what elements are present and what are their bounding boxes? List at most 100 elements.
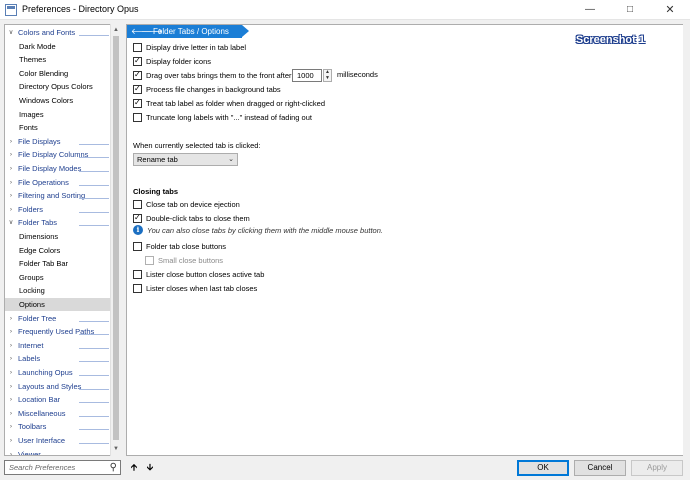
tree-scrollbar[interactable]: ▲ ▼ bbox=[110, 24, 121, 456]
tree-item-label: Options bbox=[19, 300, 45, 309]
expand-icon[interactable]: › bbox=[7, 393, 15, 406]
expand-icon[interactable]: › bbox=[7, 366, 15, 379]
tree-item-label: Folder Tab Bar bbox=[19, 259, 69, 269]
checkbox[interactable] bbox=[133, 84, 142, 94]
tree-item-label: Groups bbox=[19, 272, 44, 282]
expand-icon[interactable]: › bbox=[7, 420, 15, 433]
tree-item-label: Miscellaneous bbox=[18, 408, 66, 418]
tree-item[interactable]: Locking bbox=[5, 284, 111, 297]
tree-item[interactable]: Images bbox=[5, 108, 111, 121]
checkbox[interactable] bbox=[133, 200, 142, 209]
expand-icon[interactable]: › bbox=[7, 312, 15, 325]
tree-item[interactable]: Edge Colors bbox=[5, 244, 111, 257]
tree-item[interactable]: › Internet bbox=[5, 339, 111, 352]
maximize-button[interactable]: □ bbox=[610, 0, 650, 20]
tree-item[interactable]: › Location Bar bbox=[5, 393, 111, 406]
tree-item[interactable]: › Folders bbox=[5, 203, 111, 216]
expand-icon[interactable]: › bbox=[7, 162, 15, 175]
tree-item[interactable]: Options bbox=[5, 298, 111, 311]
collapse-icon[interactable]: ∨ bbox=[7, 26, 15, 39]
title-bar: Preferences - Directory Opus — □ ✕ bbox=[0, 0, 690, 20]
collapse-icon[interactable]: ∨ bbox=[7, 216, 15, 229]
expand-icon[interactable]: › bbox=[7, 448, 15, 455]
tree-item-label: File Displays bbox=[18, 136, 61, 146]
tree-item[interactable]: › Folder Tree bbox=[5, 312, 111, 325]
close-button[interactable]: ✕ bbox=[650, 0, 690, 20]
closing-tabs-heading: Closing tabs bbox=[133, 187, 179, 196]
tree-item[interactable]: › File Displays bbox=[5, 135, 111, 148]
checkbox[interactable] bbox=[133, 242, 142, 251]
tree-item[interactable]: › Viewer bbox=[5, 448, 111, 456]
tree-item[interactable]: › File Operations bbox=[5, 176, 111, 189]
expand-icon[interactable]: › bbox=[7, 189, 15, 202]
tree-item[interactable]: Themes bbox=[5, 53, 111, 66]
tree-item[interactable]: Color Blending bbox=[5, 67, 111, 80]
checkbox[interactable] bbox=[133, 70, 142, 80]
window-title: Preferences - Directory Opus bbox=[22, 4, 139, 14]
expand-icon[interactable]: › bbox=[7, 135, 15, 148]
search-icon[interactable]: ⚲ bbox=[110, 462, 117, 473]
tree-item-label: File Display Columns bbox=[18, 150, 89, 160]
tree-item[interactable]: › User Interface bbox=[5, 434, 111, 447]
tree-item[interactable]: › Frequently Used Paths bbox=[5, 325, 111, 338]
tree-item[interactable]: › Filtering and Sorting bbox=[5, 189, 111, 202]
tree-item-label: Edge Colors bbox=[19, 245, 61, 255]
checkbox[interactable] bbox=[133, 213, 142, 223]
search-preferences[interactable]: Search Preferences ⚲ bbox=[4, 460, 121, 475]
tree-item-label: Themes bbox=[19, 55, 47, 65]
expand-icon[interactable]: › bbox=[7, 339, 15, 352]
preferences-tree[interactable]: ∨ Colors and Fonts Dark Mode Themes Color Bl… bbox=[4, 24, 121, 456]
tree-item[interactable]: Groups bbox=[5, 271, 111, 284]
expand-icon[interactable]: › bbox=[7, 176, 15, 189]
drag-delay-stepper[interactable]: ▲ ▼ bbox=[323, 69, 332, 82]
checkbox[interactable] bbox=[133, 56, 142, 66]
checkbox[interactable] bbox=[133, 43, 142, 52]
move-down-icon[interactable]: 🡫 bbox=[144, 461, 156, 473]
checkbox[interactable] bbox=[133, 284, 142, 293]
tree-item[interactable]: Dark Mode bbox=[5, 40, 111, 53]
expand-icon[interactable]: › bbox=[7, 148, 15, 161]
scroll-down-icon[interactable]: ▼ bbox=[111, 444, 121, 454]
expand-icon[interactable]: › bbox=[7, 434, 15, 447]
stepper-down-icon[interactable]: ▼ bbox=[324, 76, 331, 81]
tree-item[interactable]: › Miscellaneous bbox=[5, 407, 111, 420]
options-panel: 🡐 🡒 Folder Tabs / Options Screenshot 1 D… bbox=[126, 24, 686, 456]
expand-icon[interactable]: › bbox=[7, 203, 15, 216]
apply-button[interactable]: Apply bbox=[631, 460, 683, 476]
tree-item-label: Viewer bbox=[18, 449, 41, 456]
tree-item[interactable]: Folder Tab Bar bbox=[5, 257, 111, 270]
bottom-bar: Search Preferences ⚲ 🡩 🡫 OK Cancel Apply bbox=[0, 458, 690, 480]
tree-item[interactable]: Directory Opus Colors bbox=[5, 80, 111, 93]
expand-icon[interactable]: › bbox=[7, 407, 15, 420]
expand-icon[interactable]: › bbox=[7, 352, 15, 365]
tree-item[interactable]: ∨ Colors and Fonts bbox=[5, 26, 111, 39]
cancel-button[interactable]: Cancel bbox=[574, 460, 626, 476]
tree-item[interactable]: › Toolbars bbox=[5, 420, 111, 433]
scrollbar-thumb[interactable] bbox=[113, 36, 119, 440]
tree-item[interactable]: › File Display Modes bbox=[5, 162, 111, 175]
checkbox[interactable] bbox=[133, 270, 142, 279]
scroll-up-icon[interactable]: ▲ bbox=[111, 25, 121, 35]
ok-button[interactable]: OK bbox=[517, 460, 569, 476]
click-action-select[interactable]: Rename tab ⌄ bbox=[133, 153, 238, 166]
expand-icon[interactable]: › bbox=[7, 325, 15, 338]
move-up-icon[interactable]: 🡩 bbox=[128, 461, 140, 473]
tree-item-label: Launching Opus bbox=[18, 368, 73, 377]
minimize-button[interactable]: — bbox=[570, 0, 610, 20]
tree-item[interactable]: Fonts bbox=[5, 121, 111, 134]
tree-item[interactable]: Windows Colors bbox=[5, 94, 111, 107]
panel-scrollbar[interactable] bbox=[683, 24, 687, 456]
tree-item-label: Locking bbox=[19, 286, 45, 296]
tree-item[interactable]: › File Display Columns bbox=[5, 148, 111, 161]
tree-item[interactable]: › Layouts and Styles bbox=[5, 380, 111, 393]
drag-delay-input[interactable]: 1000 bbox=[292, 69, 322, 82]
breadcrumb-text: Folder Tabs / Options bbox=[153, 27, 229, 36]
tree-item[interactable]: ∨ Folder Tabs bbox=[5, 216, 111, 229]
checkbox[interactable] bbox=[133, 113, 142, 122]
expand-icon[interactable]: › bbox=[7, 380, 15, 393]
tree-item[interactable]: Dimensions bbox=[5, 230, 111, 243]
checkbox[interactable] bbox=[133, 98, 142, 108]
tree-item[interactable]: › Labels bbox=[5, 352, 111, 365]
search-input[interactable]: Search Preferences bbox=[9, 463, 75, 472]
tree-item[interactable]: › Launching Opus bbox=[5, 366, 111, 379]
